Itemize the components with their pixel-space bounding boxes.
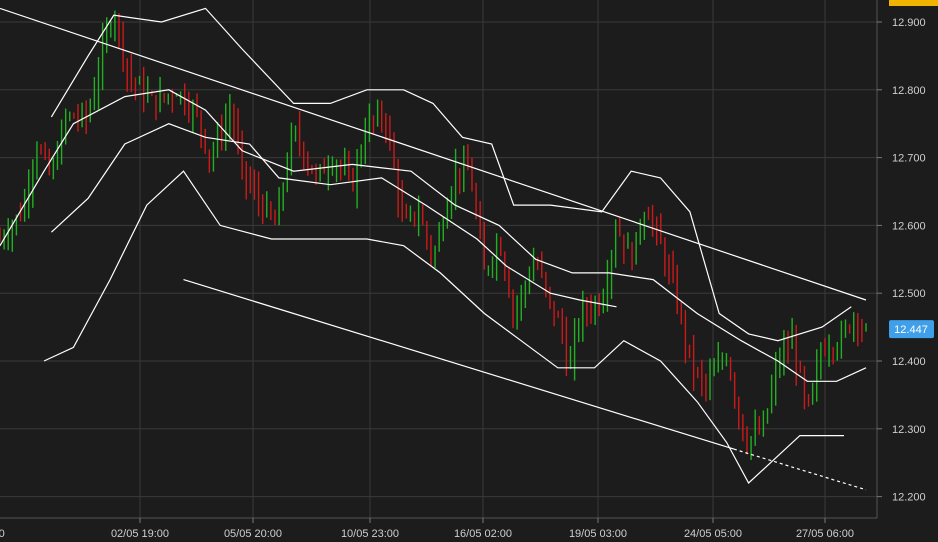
price-chart[interactable]: 12.900 12.800 12.700 12.600 12.500 12.400 12.3… [0,0,938,542]
current-price-badge: 12.447 [889,320,934,339]
price-axis-panel[interactable] [877,0,938,542]
price-tick-label: 12.900 [892,17,926,29]
time-tick-label: 24/05 05:00 [684,528,742,540]
top-price-marker [889,0,938,6]
time-tick-label: 10/05 23:00 [341,528,399,540]
price-tick-label: 12.400 [892,356,926,368]
price-tick-label: 12.800 [892,85,926,97]
time-tick-label: 05/05 20:00 [224,528,282,540]
price-tick-label: 12.600 [892,220,926,232]
price-tick-label: 12.200 [892,492,926,504]
time-tick-label: 02/05 19:00 [111,528,169,540]
time-tick-label: 19/05 03:00 [569,528,627,540]
time-tick-label: 27/05 06:00 [796,528,854,540]
current-price-label: 12.447 [894,324,928,336]
time-tick-label: 3:00 [0,528,5,540]
chart-background [0,0,938,542]
time-tick-label: 16/05 02:00 [454,528,512,540]
price-tick-label: 12.500 [892,288,926,300]
price-tick-label: 12.300 [892,424,926,436]
price-tick-label: 12.700 [892,153,926,165]
